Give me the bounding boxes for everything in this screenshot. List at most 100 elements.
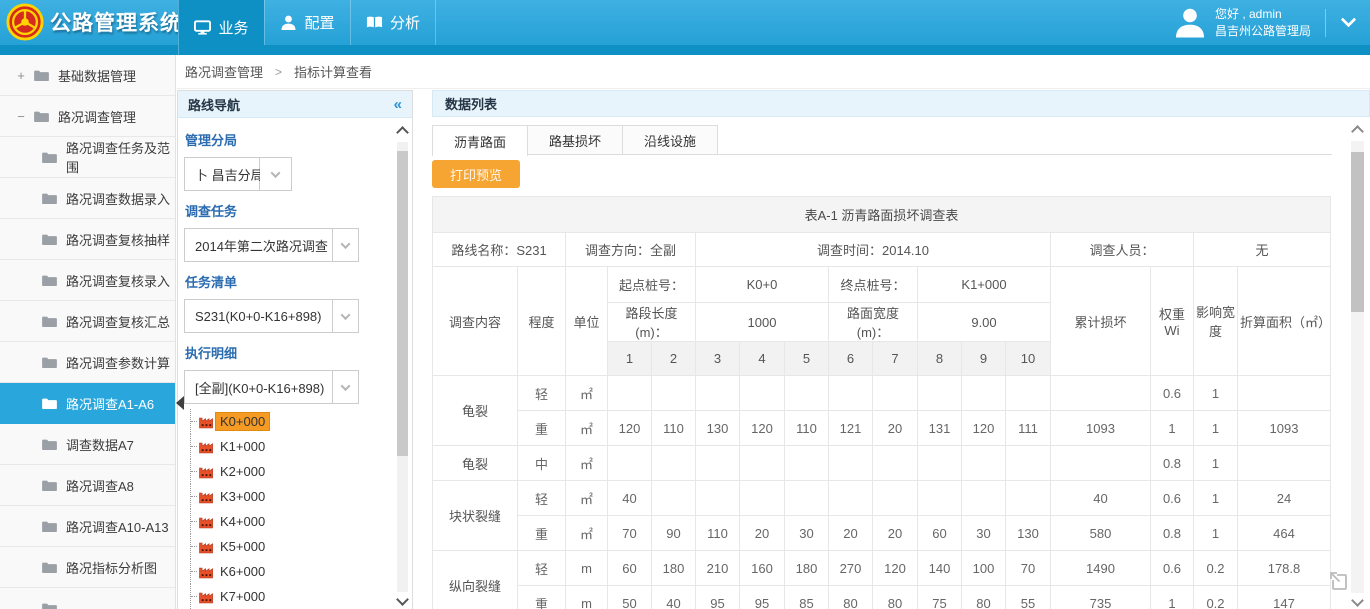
tree-item-K4+000[interactable]: K4+000	[184, 509, 406, 534]
area-cell: 24	[1238, 481, 1331, 516]
tab-asphalt-pavement[interactable]: 沥青路面	[432, 125, 528, 156]
sidebar-item-路况调查A8[interactable]: 路况调查A8	[0, 465, 175, 506]
detail-select[interactable]: [全副](K0+0-K16+898)	[184, 370, 406, 404]
section-value-cell: 180	[785, 551, 829, 586]
scrollbar-thumb[interactable]	[1351, 152, 1364, 312]
chevron-down-icon	[1340, 12, 1356, 28]
breadcrumb: 路况调查管理 > 指标计算查看	[185, 55, 372, 88]
degree-cell: 重	[518, 516, 566, 551]
branch-select[interactable]: 卜 昌吉分局	[184, 157, 406, 191]
section-value-cell: 55	[1006, 586, 1051, 609]
sidebar-item-路况调查任务及范围[interactable]: 路况调查任务及范围	[0, 137, 175, 178]
unit-cell: m	[566, 586, 608, 609]
sidebar-item-基础数据管理[interactable]: +基础数据管理	[0, 55, 175, 96]
tree-connector	[186, 409, 198, 434]
area-cell: 1093	[1238, 411, 1331, 446]
influence-cell: 1	[1194, 376, 1238, 411]
section-value-cell: 110	[785, 411, 829, 446]
scroll-down-icon[interactable]	[1351, 594, 1364, 607]
table-info-row: 路线名称：S231 调查方向：全副 调查时间：2014.10 调查人员： 无	[433, 233, 1331, 267]
weight-cell: 0.8	[1151, 516, 1194, 551]
damage-type-cell: 龟裂	[433, 446, 518, 481]
tree-expander-icon[interactable]: +	[14, 68, 28, 83]
scroll-up-icon[interactable]	[396, 126, 409, 139]
sidebar-item-label: 路况调查管理	[58, 107, 136, 126]
section-value-cell: 121	[829, 411, 873, 446]
tree-item-K0+000[interactable]: K0+000	[184, 409, 406, 434]
folder-icon	[42, 561, 57, 573]
section-value-cell: 110	[696, 516, 740, 551]
tree-item-K5+000[interactable]: K5+000	[184, 534, 406, 559]
section-number-cell: 5	[785, 342, 829, 376]
section-number-cell: 4	[740, 342, 785, 376]
tree-item-K7+000[interactable]: K7+000	[184, 584, 406, 609]
scroll-down-icon[interactable]	[396, 593, 409, 606]
breadcrumb-item[interactable]: 指标计算查看	[294, 62, 372, 81]
section-value-cell: 50	[608, 586, 652, 609]
sidebar-item-路况调查参数计算[interactable]: 路况调查参数计算	[0, 342, 175, 383]
scrollbar-thumb[interactable]	[397, 151, 408, 456]
task-select-value: 2014年第二次路况调查	[184, 228, 333, 262]
weight-cell: 0.6	[1151, 481, 1194, 516]
cumulative-cell: 1093	[1051, 411, 1151, 446]
print-preview-button[interactable]: 打印预览	[432, 160, 520, 188]
sidebar-item-路况指标分析图[interactable]: 路况指标分析图	[0, 547, 175, 588]
section-label-branch: 管理分局	[185, 130, 406, 149]
sidebar-item[interactable]	[0, 588, 175, 609]
tree-item-K3+000[interactable]: K3+000	[184, 484, 406, 509]
folder-icon	[42, 397, 57, 409]
section-value-cell	[918, 376, 962, 411]
sidebar: +基础数据管理 − 路况调查管理路况调查任务及范围路况调查数据录入路况调查复核抽样路…	[0, 55, 176, 609]
tree-item-K1+000[interactable]: K1+000	[184, 434, 406, 459]
nav-tab-business[interactable]: 业务	[178, 0, 264, 55]
sidebar-item-路况调查复核录入[interactable]: 路况调查复核录入	[0, 260, 175, 301]
section-number-cell: 10	[1006, 342, 1051, 376]
section-value-cell: 111	[1006, 411, 1051, 446]
nav-panel-scrollbar[interactable]	[395, 126, 410, 608]
section-value-cell: 20	[873, 516, 918, 551]
nav-tab-analysis[interactable]: 分析	[350, 0, 436, 45]
section-value-cell	[608, 446, 652, 481]
sidebar-item-路况调查数据录入[interactable]: 路况调查数据录入	[0, 178, 175, 219]
select-dropdown-button[interactable]	[333, 370, 359, 404]
tree-connector	[186, 484, 198, 509]
sidebar-item-路况调查复核汇总[interactable]: 路况调查复核汇总	[0, 301, 175, 342]
folder-icon	[42, 602, 57, 609]
sidebar-item-路况调查管理[interactable]: − 路况调查管理	[0, 96, 175, 137]
select-dropdown-button[interactable]	[333, 299, 359, 333]
tree-expander-icon[interactable]: −	[14, 109, 28, 124]
task-select[interactable]: 2014年第二次路况调查	[184, 228, 406, 262]
section-value-cell	[696, 446, 740, 481]
scroll-up-icon[interactable]	[1351, 125, 1364, 138]
select-dropdown-button[interactable]	[333, 228, 359, 262]
tab-subgrade-damage[interactable]: 路基损坏	[527, 125, 623, 154]
cumulative-header-cell: 累计损坏	[1051, 267, 1151, 376]
select-dropdown-button[interactable]	[260, 157, 292, 191]
survey-time-cell: 调查时间：2014.10	[696, 233, 1051, 267]
survey-table: 表A-1 沥青路面损坏调查表 路线名称：S231 调查方向：全副 调查时间：20…	[432, 196, 1331, 609]
collapse-panel-icon[interactable]: «	[394, 96, 402, 113]
route-nav-title: 路线导航	[188, 95, 240, 114]
tree-item-K6+000[interactable]: K6+000	[184, 559, 406, 584]
folder-icon	[42, 438, 57, 450]
sidebar-item-调查数据A7[interactable]: 调查数据A7	[0, 424, 175, 465]
user-area: 您好 , admin 昌吉州公路管理局	[1174, 0, 1370, 45]
factory-icon	[198, 590, 215, 604]
nav-tab-config[interactable]: 配置	[264, 0, 350, 45]
sidebar-item-路况调查复核抽样[interactable]: 路况调查复核抽样	[0, 219, 175, 260]
sidebar-item-路况调查A10-A13[interactable]: 路况调查A10-A13	[0, 506, 175, 547]
sidebar-item-路况调查A1-A6[interactable]: 路况调查A1-A6	[0, 383, 175, 424]
user-menu-button[interactable]	[1326, 0, 1370, 45]
cumulative-cell: 735	[1051, 586, 1151, 609]
tab-roadside-facilities[interactable]: 沿线设施	[622, 125, 718, 154]
section-value-cell	[962, 376, 1006, 411]
section-value-cell: 95	[696, 586, 740, 609]
tasklist-select[interactable]: S231(K0+0-K16+898)	[184, 299, 406, 333]
breadcrumb-item[interactable]: 路况调查管理	[185, 62, 263, 81]
section-value-cell: 140	[918, 551, 962, 586]
user-info: 您好 , admin 昌吉州公路管理局	[1215, 6, 1311, 40]
tree-item-K2+000[interactable]: K2+000	[184, 459, 406, 484]
expand-icon[interactable]	[1328, 570, 1350, 592]
user-icon	[280, 15, 297, 30]
main-scrollbar[interactable]	[1349, 125, 1367, 609]
